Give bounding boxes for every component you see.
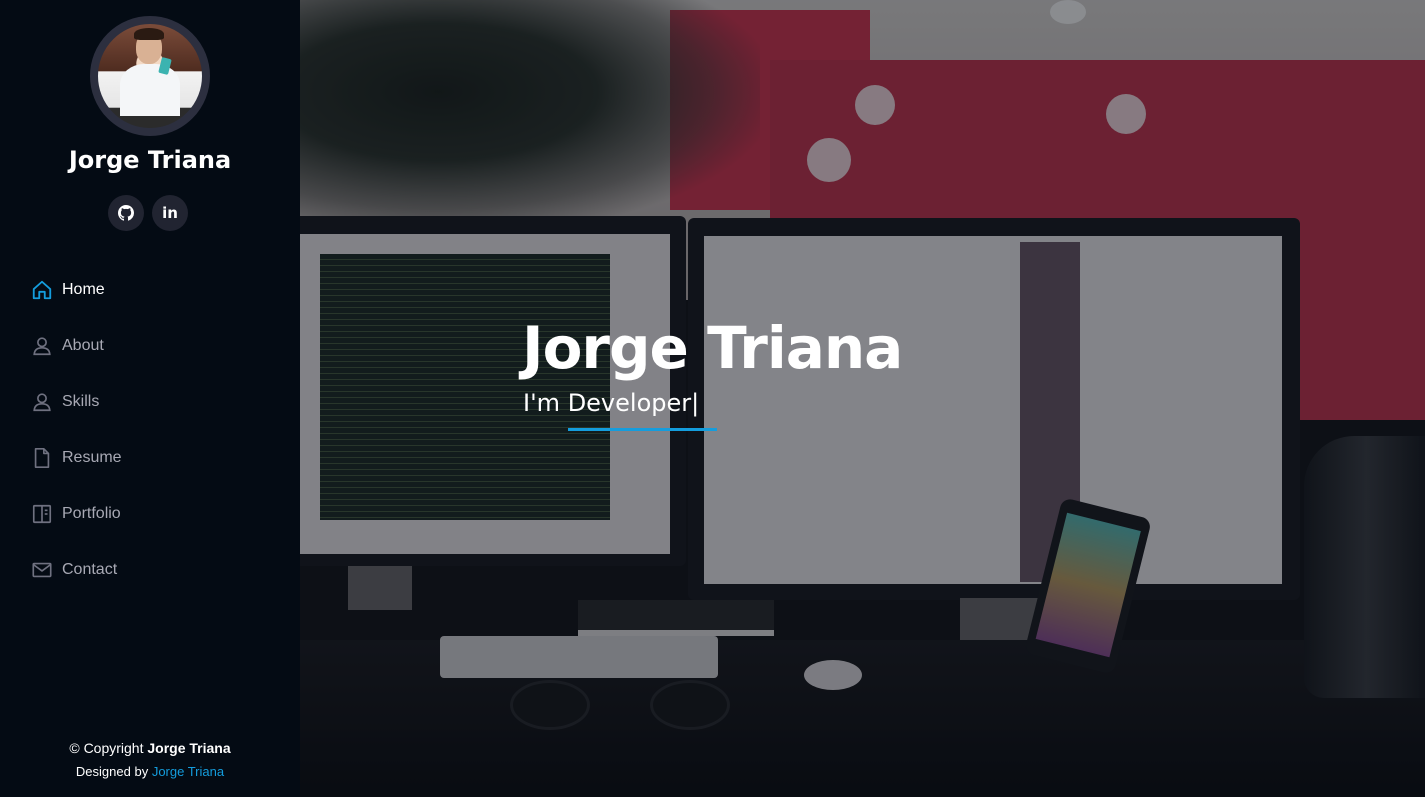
nav-label: Portfolio bbox=[62, 505, 121, 522]
nav-label: Resume bbox=[62, 449, 122, 466]
nav-item-skills[interactable]: Skills bbox=[30, 374, 270, 430]
credit-link[interactable]: Jorge Triana bbox=[152, 764, 224, 779]
person-icon bbox=[30, 390, 54, 414]
github-icon bbox=[118, 205, 134, 221]
nav-label: Home bbox=[62, 281, 105, 298]
credits: Designed by Jorge Triana bbox=[75, 764, 225, 779]
hero-title: Jorge Triana bbox=[522, 314, 903, 382]
nav-item-home[interactable]: Home bbox=[30, 262, 270, 318]
avatar bbox=[90, 16, 210, 136]
main-nav: Home About Skills Resume Portfolio Conta… bbox=[30, 262, 270, 598]
home-icon bbox=[30, 278, 54, 302]
book-half-icon bbox=[30, 502, 54, 526]
copyright-name: Jorge Triana bbox=[147, 740, 231, 756]
nav-item-about[interactable]: About bbox=[30, 318, 270, 374]
nav-label: Skills bbox=[62, 393, 100, 410]
sidebar: Jorge Triana in Home About Skills Resume… bbox=[0, 0, 300, 797]
typed-cursor: | bbox=[691, 389, 700, 417]
nav-label: Contact bbox=[62, 561, 118, 578]
linkedin-button[interactable]: in bbox=[152, 195, 188, 231]
nav-item-contact[interactable]: Contact bbox=[30, 542, 270, 598]
nav-label: About bbox=[62, 337, 104, 354]
profile-name[interactable]: Jorge Triana bbox=[0, 146, 300, 174]
nav-item-portfolio[interactable]: Portfolio bbox=[30, 486, 270, 542]
envelope-icon bbox=[30, 558, 54, 582]
hero-underline bbox=[568, 428, 717, 431]
linkedin-icon: in bbox=[162, 204, 178, 222]
nav-item-resume[interactable]: Resume bbox=[30, 430, 270, 486]
hero-subtitle: I'm Developer| bbox=[523, 389, 700, 417]
hero-section: Jorge Triana I'm Developer| bbox=[300, 0, 1425, 797]
file-icon bbox=[30, 446, 54, 470]
sidebar-footer: © Copyright Jorge Triana Designed by Jor… bbox=[0, 736, 300, 784]
typed-text: Developer bbox=[567, 389, 692, 417]
person-icon bbox=[30, 334, 54, 358]
copyright: © Copyright Jorge Triana bbox=[69, 740, 231, 756]
github-button[interactable] bbox=[108, 195, 144, 231]
